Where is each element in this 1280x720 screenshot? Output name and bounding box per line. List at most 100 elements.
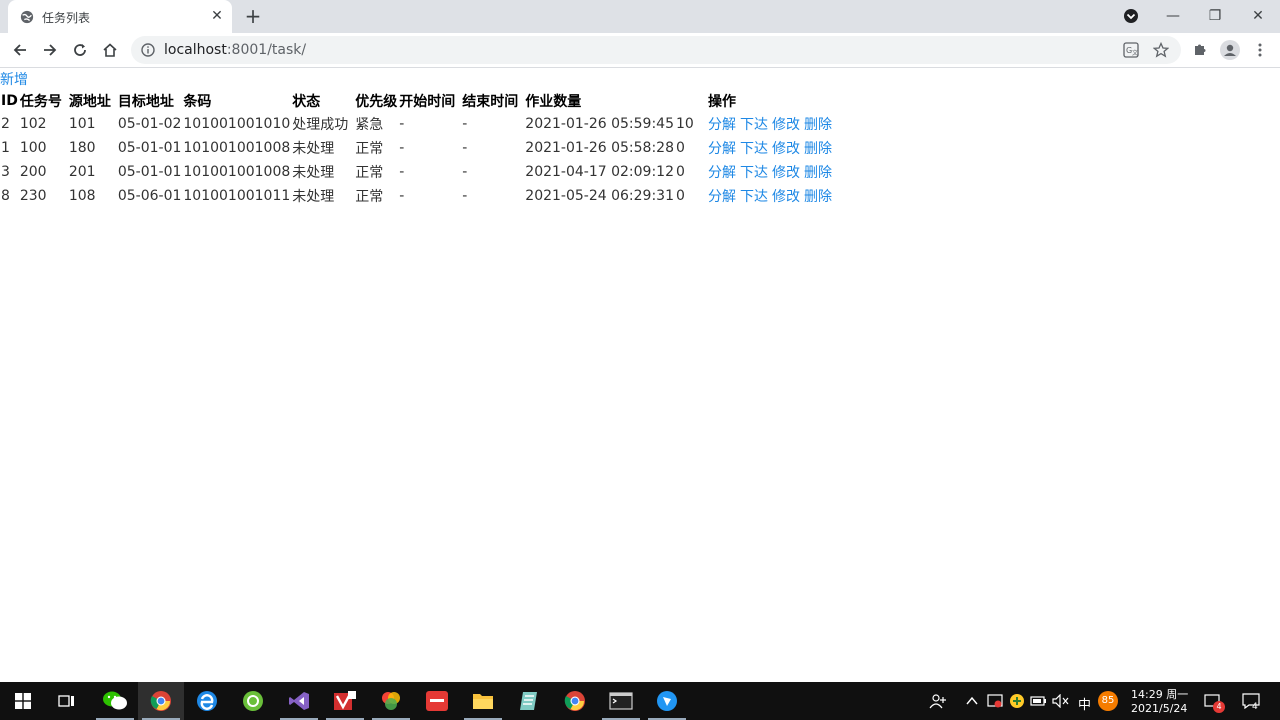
tab-title: 任务列表 bbox=[42, 11, 91, 25]
edit-link[interactable]: 修改 bbox=[772, 165, 800, 181]
cell-priority: 正常 bbox=[355, 189, 384, 205]
cell-dst: 05-01-01 bbox=[117, 164, 182, 180]
taskbar-photo-app[interactable] bbox=[368, 682, 414, 720]
taskbar-chrome-2[interactable] bbox=[552, 682, 598, 720]
taskbar-edge[interactable] bbox=[184, 682, 230, 720]
taskbar-visual-studio[interactable] bbox=[276, 682, 322, 720]
clock-date[interactable]: 2021/5/24 bbox=[1131, 702, 1187, 715]
close-tab-icon[interactable]: ✕ bbox=[209, 8, 225, 24]
menu-button[interactable] bbox=[1248, 38, 1272, 62]
taskbar-wechat[interactable] bbox=[92, 682, 138, 720]
new-tab-button[interactable]: + bbox=[243, 6, 263, 26]
taskbar-feishu[interactable] bbox=[644, 682, 690, 720]
extensions-button[interactable] bbox=[1188, 38, 1212, 62]
tray-security-app[interactable] bbox=[984, 682, 1006, 720]
taskbar-youdao[interactable] bbox=[414, 682, 460, 720]
clock-time[interactable]: 14:29 周一 bbox=[1131, 686, 1188, 702]
globe-icon bbox=[20, 10, 34, 24]
cell-qty: 0 bbox=[675, 164, 685, 180]
table-header-row: ID 任务号 源地址 目标地址 条码 状态 优先级 开始时间 结束时间 作业数量… bbox=[0, 90, 837, 112]
cell-end: - bbox=[462, 116, 468, 132]
close-window-button[interactable]: ✕ bbox=[1243, 2, 1273, 30]
translate-icon[interactable]: G文 bbox=[1121, 40, 1141, 60]
tab-search-icon[interactable] bbox=[1121, 6, 1141, 26]
cell-start: - bbox=[399, 116, 405, 132]
taskbar-vm-app[interactable] bbox=[322, 682, 368, 720]
delete-link[interactable]: 删除 bbox=[804, 189, 832, 205]
decompose-link[interactable]: 分解 bbox=[708, 117, 736, 133]
tray-battery[interactable] bbox=[1028, 682, 1050, 720]
cell-actions: 分解 下达 修改 删除 bbox=[707, 112, 837, 136]
task-view-button[interactable] bbox=[44, 682, 90, 720]
decompose-link[interactable]: 分解 bbox=[708, 165, 736, 181]
taskbar-terminal[interactable] bbox=[598, 682, 644, 720]
info-icon[interactable] bbox=[141, 43, 155, 57]
decompose-link[interactable]: 分解 bbox=[708, 141, 736, 157]
avatar-icon bbox=[1220, 40, 1240, 60]
profile-button[interactable] bbox=[1218, 38, 1242, 62]
monitor-alert-icon bbox=[987, 694, 1003, 708]
tray-temp-badge[interactable]: 85 bbox=[1098, 691, 1118, 711]
taskbar-chrome-active[interactable] bbox=[138, 682, 184, 720]
decompose-link[interactable]: 分解 bbox=[708, 189, 736, 205]
taskbar-file-explorer[interactable] bbox=[460, 682, 506, 720]
tray-volume[interactable] bbox=[1050, 682, 1072, 720]
tray-message-app[interactable]: 4 bbox=[1196, 682, 1230, 720]
url-host: localhost bbox=[164, 42, 227, 58]
edit-link[interactable]: 修改 bbox=[772, 141, 800, 157]
chevron-up-icon bbox=[966, 696, 978, 705]
col-priority: 优先级 bbox=[355, 94, 398, 110]
cell-start: - bbox=[399, 164, 405, 180]
cell-created: 2021-01-26 05:58:28 bbox=[525, 140, 674, 156]
cell-dst: 05-06-01 bbox=[117, 188, 182, 204]
browser-toolbar: localhost:8001/task/ G文 bbox=[0, 33, 1280, 68]
cell-qty: 0 bbox=[675, 188, 685, 204]
address-bar[interactable]: localhost:8001/task/ G文 bbox=[131, 36, 1181, 64]
taskbar-green-app[interactable] bbox=[230, 682, 276, 720]
reload-button[interactable] bbox=[68, 38, 92, 62]
delete-link[interactable]: 删除 bbox=[804, 117, 832, 133]
chrome-icon bbox=[150, 691, 171, 711]
volume-muted-icon bbox=[1052, 694, 1069, 708]
tray-yellow-app[interactable] bbox=[1006, 682, 1028, 720]
dispatch-link[interactable]: 下达 bbox=[740, 141, 768, 157]
delete-link[interactable]: 删除 bbox=[804, 165, 832, 181]
delete-link[interactable]: 删除 bbox=[804, 141, 832, 157]
browser-tab[interactable]: 任务列表 ✕ bbox=[8, 0, 232, 33]
edit-link[interactable]: 修改 bbox=[772, 117, 800, 133]
back-button[interactable] bbox=[8, 38, 32, 62]
edge-icon bbox=[197, 691, 217, 711]
windows-taskbar: 中 85 14:29 周一 2021/5/24 4 4 bbox=[0, 682, 1280, 720]
action-center-button[interactable]: 4 bbox=[1234, 682, 1268, 720]
green-circle-app-icon bbox=[243, 691, 263, 711]
forward-button[interactable] bbox=[38, 38, 62, 62]
edit-link[interactable]: 修改 bbox=[772, 189, 800, 205]
people-button[interactable] bbox=[918, 682, 958, 720]
cell-priority: 正常 bbox=[355, 165, 384, 181]
cell-task-no: 230 bbox=[19, 188, 47, 204]
start-button[interactable] bbox=[0, 682, 46, 720]
col-job-qty: 作业数量 bbox=[525, 94, 582, 110]
minimize-button[interactable]: — bbox=[1158, 2, 1188, 30]
yellow-app-icon bbox=[1010, 694, 1024, 708]
table-row: 1 100 180 05-01-01 101001001008 未处理 正常 - -2021-0… bbox=[0, 136, 837, 160]
cell-dst: 05-01-01 bbox=[117, 140, 182, 156]
cell-qty: 10 bbox=[675, 116, 694, 132]
col-task-no: 任务号 bbox=[19, 94, 62, 110]
url-text: localhost:8001/task/ bbox=[164, 42, 306, 58]
show-hidden-icons-button[interactable] bbox=[960, 682, 984, 720]
folder-icon bbox=[473, 694, 493, 709]
col-end-time: 结束时间 bbox=[462, 94, 519, 110]
svg-text:文: 文 bbox=[1132, 49, 1138, 57]
ime-indicator[interactable]: 中 bbox=[1078, 694, 1091, 713]
dispatch-link[interactable]: 下达 bbox=[740, 165, 768, 181]
home-button[interactable] bbox=[98, 38, 122, 62]
restore-button[interactable]: ❐ bbox=[1200, 2, 1230, 30]
cell-id: 2 bbox=[1, 116, 10, 132]
dispatch-link[interactable]: 下达 bbox=[740, 117, 768, 133]
add-task-link[interactable]: 新增 bbox=[0, 69, 28, 89]
notification-count: 4 bbox=[1252, 702, 1258, 712]
bookmark-star-icon[interactable] bbox=[1151, 40, 1171, 60]
dispatch-link[interactable]: 下达 bbox=[740, 189, 768, 205]
taskbar-notes-app[interactable] bbox=[506, 682, 552, 720]
